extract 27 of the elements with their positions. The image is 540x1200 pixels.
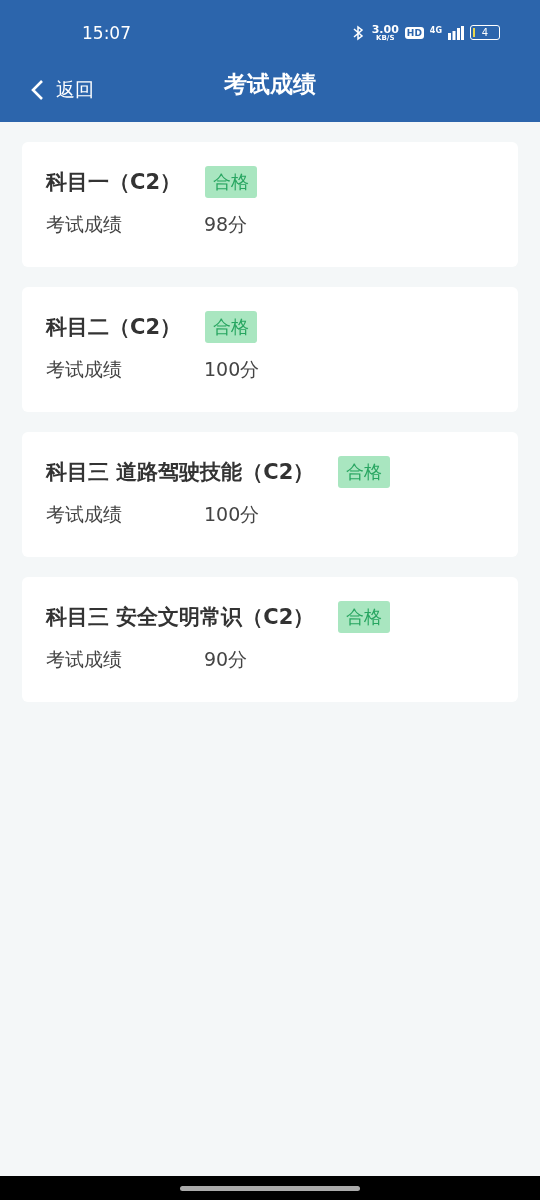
score-label: 考试成绩 xyxy=(46,357,123,382)
score-label: 考试成绩 xyxy=(46,212,123,237)
subject-title: 科目一（C2） xyxy=(46,169,182,196)
signal-icon xyxy=(448,25,464,40)
pass-badge: 合格 xyxy=(205,166,258,198)
pass-badge: 合格 xyxy=(205,311,258,343)
hd-badge: HD xyxy=(404,26,424,39)
score-label: 考试成绩 xyxy=(46,502,123,527)
network-speed: 3.00 xyxy=(371,23,399,35)
score-value: 98分 xyxy=(204,212,248,237)
score-value: 100分 xyxy=(204,502,260,527)
back-button[interactable]: 返回 xyxy=(30,76,94,103)
pass-badge: 合格 xyxy=(338,456,391,488)
battery-icon: 4 xyxy=(470,25,500,41)
back-icon xyxy=(30,78,44,101)
subject-title: 科目三 安全文明常识（C2） xyxy=(46,604,315,631)
page-title: 考试成绩 xyxy=(224,70,316,100)
subject-title: 科目二（C2） xyxy=(46,314,182,341)
score-label: 考试成绩 xyxy=(46,647,123,672)
subject-title: 科目三 道路驾驶技能（C2） xyxy=(46,459,315,486)
score-value: 90分 xyxy=(204,647,248,672)
pass-badge: 合格 xyxy=(338,601,391,633)
status-time: 15:07 xyxy=(82,22,131,43)
bluetooth-icon xyxy=(351,24,366,41)
network-type: 4G xyxy=(429,25,442,35)
home-indicator[interactable] xyxy=(180,1185,360,1191)
score-value: 100分 xyxy=(204,357,260,382)
